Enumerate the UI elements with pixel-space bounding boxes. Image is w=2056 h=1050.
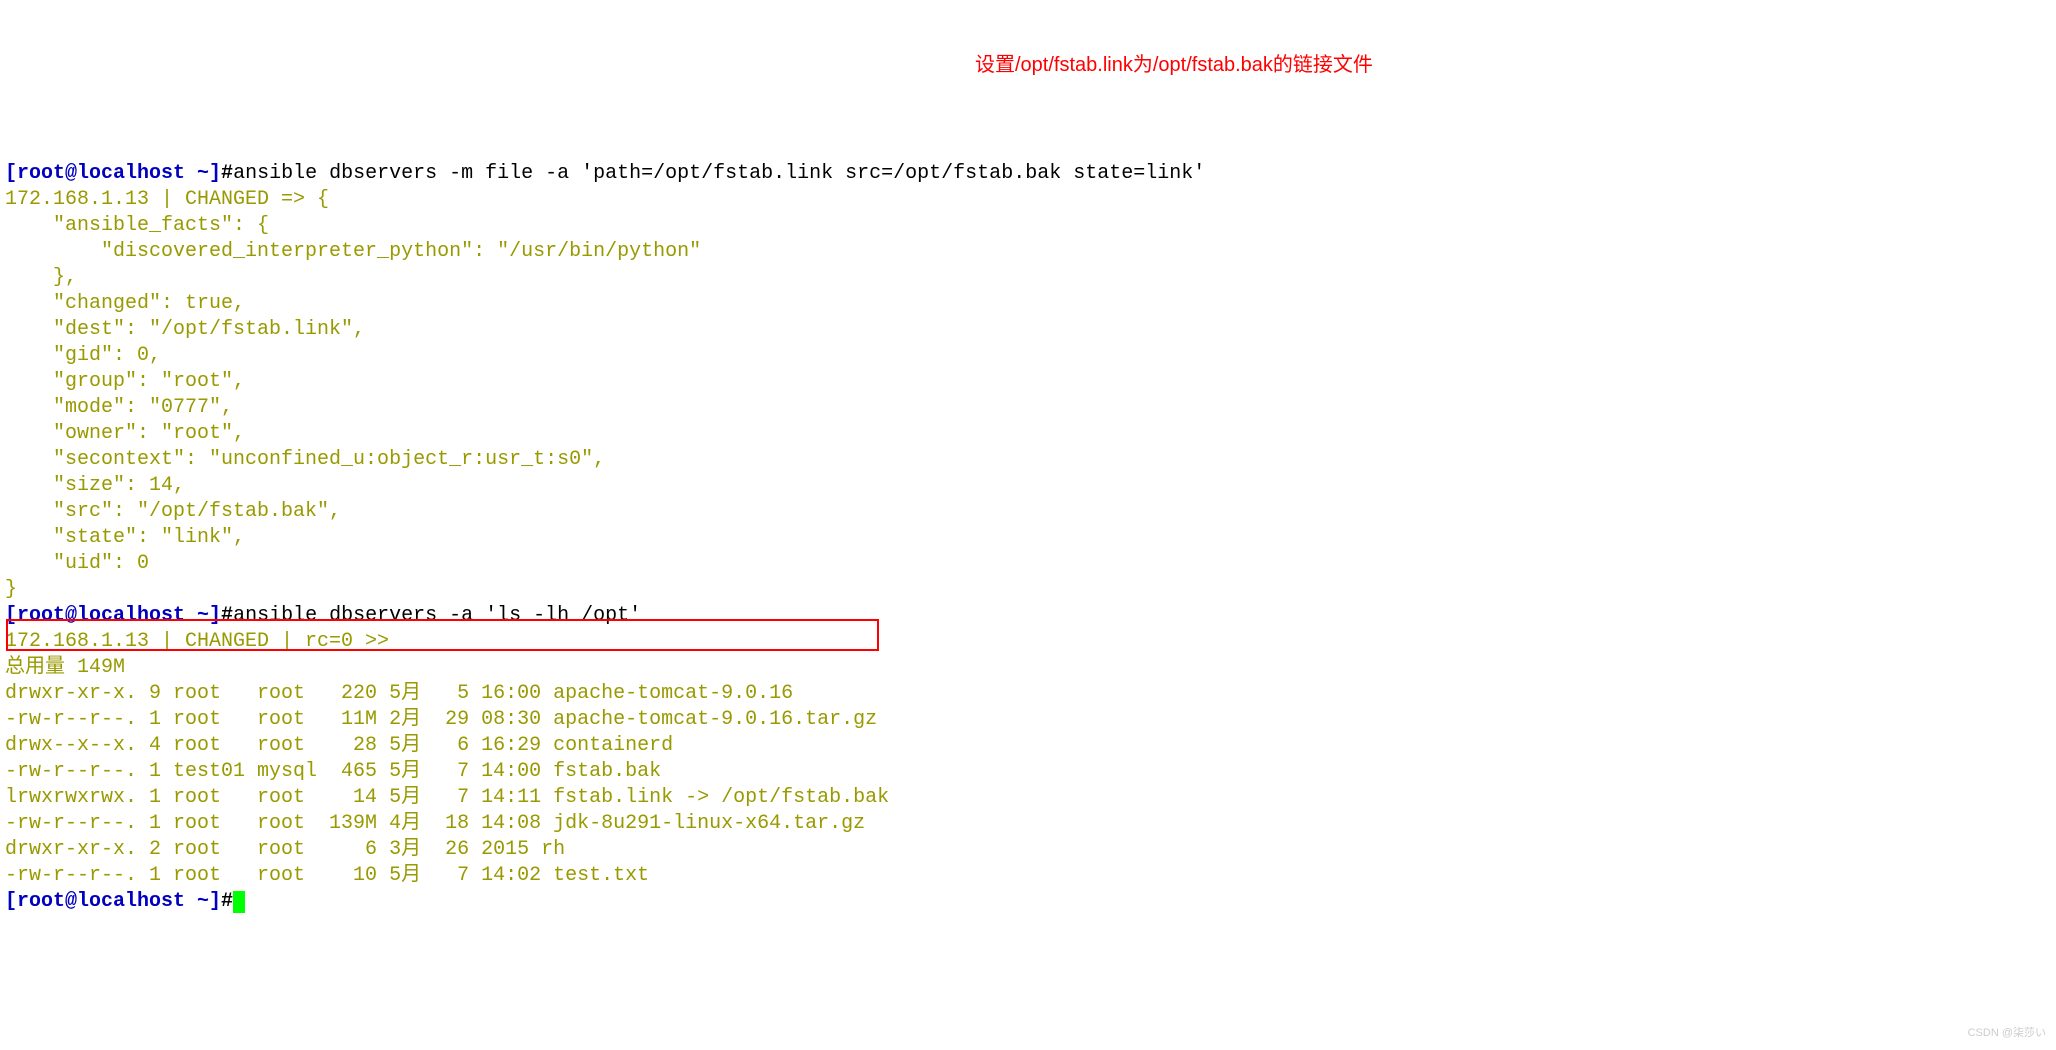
output-line: "uid": 0 (5, 552, 149, 575)
output-line: "changed": true, (5, 292, 245, 315)
output-line: drwxr-xr-x. 9 root root 220 5月 5 16:00 a… (5, 682, 793, 705)
output-line: }, (5, 266, 77, 289)
output-line: -rw-r--r--. 1 root root 10 5月 7 14:02 te… (5, 864, 649, 887)
output-line: drwxr-xr-x. 2 root root 6 3月 26 2015 rh (5, 838, 565, 861)
command-text: ansible dbservers -m file -a 'path=/opt/… (233, 162, 1205, 185)
prompt-user: [root@localhost ~] (5, 890, 221, 913)
prompt-hash: # (221, 162, 233, 185)
watermark-text: CSDN @柒莎い (1968, 1026, 2046, 1040)
command-text: ansible dbservers -a 'ls -lh /opt' (233, 604, 641, 627)
output-line: lrwxrwxrwx. 1 root root 14 5月 7 14:11 fs… (5, 786, 889, 809)
output-line: -rw-r--r--. 1 test01 mysql 465 5月 7 14:0… (5, 760, 661, 783)
output-line: "group": "root", (5, 370, 245, 393)
annotation-text: 设置/opt/fstab.link为/opt/fstab.bak的链接文件 (975, 52, 1373, 78)
prompt-hash: # (221, 604, 233, 627)
output-line: 172.168.1.13 | CHANGED => { (5, 188, 329, 211)
output-line: -rw-r--r--. 1 root root 139M 4月 18 14:08… (5, 812, 865, 835)
cursor-block (233, 891, 245, 913)
prompt-user: [root@localhost ~] (5, 604, 221, 627)
output-line: drwx--x--x. 4 root root 28 5月 6 16:29 co… (5, 734, 673, 757)
output-line: 172.168.1.13 | CHANGED | rc=0 >> (5, 630, 389, 653)
terminal-line[interactable]: [root@localhost ~]#ansible dbservers -a … (5, 604, 641, 627)
terminal-line[interactable]: [root@localhost ~]# (5, 890, 245, 913)
output-line: -rw-r--r--. 1 root root 11M 2月 29 08:30 … (5, 708, 877, 731)
output-line: "discovered_interpreter_python": "/usr/b… (5, 240, 701, 263)
prompt-user: [root@localhost ~] (5, 162, 221, 185)
output-line: "src": "/opt/fstab.bak", (5, 500, 341, 523)
output-line: 总用量 149M (5, 656, 125, 679)
output-line: "state": "link", (5, 526, 245, 549)
output-line: "ansible_facts": { (5, 214, 269, 237)
prompt-hash: # (221, 890, 233, 913)
terminal-line[interactable]: [root@localhost ~]#ansible dbservers -m … (5, 162, 1205, 185)
output-line: "secontext": "unconfined_u:object_r:usr_… (5, 448, 605, 471)
output-line: "owner": "root", (5, 422, 245, 445)
output-line: "gid": 0, (5, 344, 161, 367)
output-line: "mode": "0777", (5, 396, 233, 419)
output-line: "size": 14, (5, 474, 185, 497)
output-line: "dest": "/opt/fstab.link", (5, 318, 365, 341)
output-line: } (5, 578, 17, 601)
